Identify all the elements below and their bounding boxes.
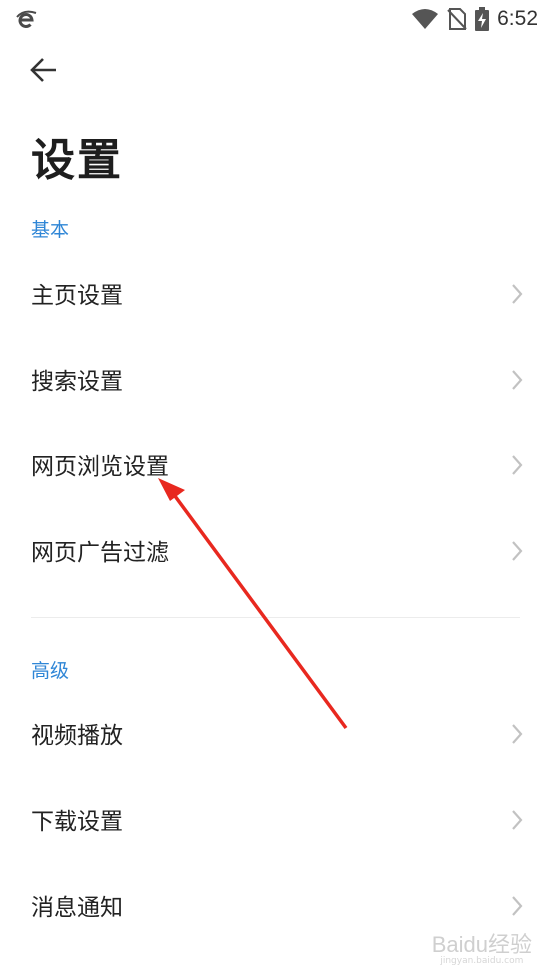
browser-e-icon (16, 10, 37, 28)
row-label: 主页设置 (31, 283, 123, 309)
chevron-right-icon (512, 724, 523, 744)
settings-row-download[interactable]: 下载设置 (0, 780, 550, 860)
settings-row-video-playback[interactable]: 视频播放 (0, 694, 550, 774)
row-label: 消息通知 (31, 895, 123, 921)
page-title: 设置 (31, 135, 123, 186)
no-sim-icon (447, 8, 467, 30)
section-header-basic: 基本 (31, 219, 70, 241)
settings-row-ad-filter[interactable]: 网页广告过滤 (0, 511, 550, 591)
wifi-icon (412, 9, 439, 29)
chevron-right-icon (512, 541, 523, 561)
section-divider (31, 617, 520, 618)
battery-charging-icon (475, 7, 490, 31)
chevron-right-icon (512, 896, 523, 916)
row-label: 视频播放 (31, 723, 123, 749)
chevron-right-icon (512, 370, 523, 390)
baidu-watermark: Baidu经验 jingyan.baidu.com (431, 932, 532, 969)
row-label: 下载设置 (31, 809, 123, 835)
settings-row-homepage[interactable]: 主页设置 (0, 254, 550, 334)
chevron-right-icon (512, 810, 523, 830)
status-bar: 6:52 (0, 0, 550, 38)
watermark-sub: jingyan.baidu.com (440, 956, 524, 966)
watermark-main: Baidu经验 (431, 932, 532, 957)
settings-row-web-browsing[interactable]: 网页浏览设置 (0, 425, 550, 505)
back-arrow-icon[interactable] (28, 54, 60, 86)
section-header-advanced: 高级 (31, 660, 70, 682)
row-label: 网页广告过滤 (31, 540, 169, 566)
row-label: 网页浏览设置 (31, 454, 169, 480)
chevron-right-icon (512, 284, 523, 304)
chevron-right-icon (512, 455, 523, 475)
status-time: 6:52 (497, 7, 538, 30)
row-label: 搜索设置 (31, 369, 123, 395)
settings-row-search[interactable]: 搜索设置 (0, 340, 550, 420)
